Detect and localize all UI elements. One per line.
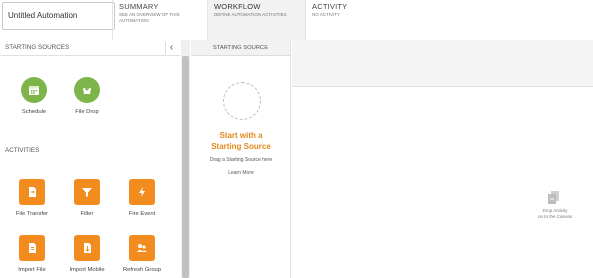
tab-activity[interactable]: ACTIVITY NO ACTIVITY	[305, 0, 405, 40]
collapse-panel-button[interactable]: ‹	[165, 42, 177, 54]
filter-icon	[74, 179, 100, 205]
activity-palette: STARTING SOURCES ‹ Schedule File Drop AC…	[0, 40, 190, 278]
canvas-header-strip	[292, 40, 593, 87]
activity-import-mobile-label: Import Mobile	[69, 267, 105, 273]
starting-source-column: STARTING SOURCE Start with a Starting So…	[191, 40, 291, 278]
refresh-group-icon	[129, 235, 155, 261]
starting-sources-title: STARTING SOURCES	[5, 44, 70, 51]
source-file-drop[interactable]: File Drop	[62, 77, 112, 116]
start-with-source-title: Start with a Starting Source	[191, 130, 291, 152]
activities-title: ACTIVITIES	[5, 147, 40, 154]
drop-activity-text: Drop Activity on to the Canvas	[528, 208, 582, 219]
file-transfer-icon	[19, 179, 45, 205]
tab-activity-title: ACTIVITY	[312, 2, 348, 11]
automation-header: Untitled Automation SUMMARY SEE AN OVERV…	[0, 0, 593, 40]
start-title-line1: Start with a	[219, 131, 263, 140]
drop-text-line2: on to the Canvas	[537, 213, 573, 219]
automation-name-field[interactable]: Untitled Automation	[2, 2, 115, 30]
tab-activity-subtitle: NO ACTIVITY	[312, 12, 341, 17]
start-instructions: Drag a Starting Source here	[209, 157, 273, 163]
drop-activity-icon	[547, 190, 561, 206]
tab-workflow-subtitle: DEFINE AUTOMATION ACTIVITIES	[214, 12, 287, 17]
tab-summary-subtitle: SEE AN OVERVIEW OF THIS AUTOMATION	[119, 12, 180, 23]
activity-import-file[interactable]: Import File	[7, 235, 57, 274]
activity-refresh-group[interactable]: Refresh Group	[117, 235, 167, 274]
activity-fire-event-label: Fire Event	[128, 211, 156, 217]
activity-file-transfer[interactable]: File Transfer	[7, 179, 57, 218]
tab-summary[interactable]: SUMMARY SEE AN OVERVIEW OF THIS AUTOMATI…	[112, 0, 207, 40]
start-title-line2: Starting Source	[211, 142, 271, 151]
import-file-icon	[19, 235, 45, 261]
source-schedule-label: Schedule	[21, 109, 47, 115]
palette-scroll-thumb[interactable]	[182, 56, 189, 278]
activity-filter[interactable]: Filter	[62, 179, 112, 218]
source-schedule[interactable]: Schedule	[9, 77, 59, 116]
starting-sources-heading: STARTING SOURCES	[0, 40, 180, 56]
activity-import-mobile[interactable]: Import Mobile	[62, 235, 112, 274]
activities-heading: ACTIVITIES	[0, 143, 180, 159]
import-mobile-icon	[74, 235, 100, 261]
activity-import-file-label: Import File	[18, 267, 46, 273]
fire-event-icon	[129, 179, 155, 205]
tab-summary-title: SUMMARY	[119, 2, 159, 11]
workflow-canvas[interactable]: Drop Activity on to the Canvas	[292, 40, 593, 278]
calendar-icon	[21, 77, 47, 103]
source-file-drop-label: File Drop	[75, 109, 99, 115]
activity-refresh-group-label: Refresh Group	[122, 267, 162, 273]
starting-source-header: STARTING SOURCE	[191, 40, 290, 56]
activity-file-transfer-label: File Transfer	[15, 211, 49, 217]
file-drop-icon	[74, 77, 100, 103]
activity-fire-event[interactable]: Fire Event	[117, 179, 167, 218]
learn-more-link[interactable]: Learn More	[191, 170, 291, 176]
activity-filter-label: Filter	[80, 211, 94, 217]
tab-workflow[interactable]: WORKFLOW DEFINE AUTOMATION ACTIVITIES	[207, 0, 305, 40]
starting-source-drop-target[interactable]	[223, 82, 261, 120]
tab-workflow-title: WORKFLOW	[214, 2, 261, 11]
